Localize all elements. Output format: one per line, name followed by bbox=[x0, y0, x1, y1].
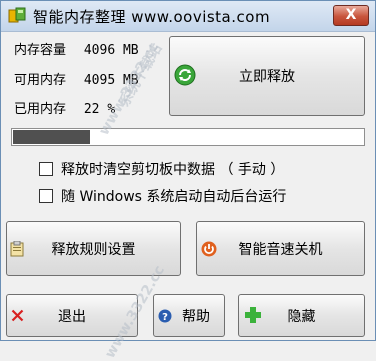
used-value: 22 % bbox=[83, 102, 116, 117]
release-now-label: 立即释放 bbox=[239, 69, 295, 85]
memory-capacity-row: 内存容量 4096 MB bbox=[14, 39, 139, 58]
autostart-option[interactable]: 随 Windows 系统启动自动后台运行 bbox=[39, 186, 286, 206]
exit-label: 退出 bbox=[58, 308, 86, 325]
progress-fill bbox=[13, 130, 91, 144]
memory-available-row: 可用内存 4095 MB bbox=[14, 69, 139, 88]
title-bar[interactable]: 智能内存整理 www.oovista.com X bbox=[1, 1, 375, 32]
app-window: 智能内存整理 www.oovista.com X 内存容量 4096 MB 可用… bbox=[0, 0, 376, 361]
available-value: 4095 MB bbox=[83, 73, 139, 88]
help-label: 帮助 bbox=[182, 308, 210, 325]
available-label: 可用内存 bbox=[14, 73, 67, 88]
release-now-button[interactable]: 立即释放 bbox=[169, 36, 365, 116]
help-button[interactable]: ? 帮助 bbox=[153, 294, 225, 337]
autostart-label: 随 Windows 系统启动自动后台运行 bbox=[61, 189, 287, 205]
exit-button[interactable]: 退出 bbox=[6, 294, 138, 337]
hide-label: 隐藏 bbox=[287, 308, 316, 325]
release-rules-button[interactable]: 释放规则设置 bbox=[6, 221, 181, 276]
clear-clipboard-checkbox[interactable] bbox=[39, 162, 53, 176]
autostart-checkbox[interactable] bbox=[39, 189, 53, 203]
capacity-value: 4096 MB bbox=[83, 43, 139, 58]
window-title: 智能内存整理 www.oovista.com bbox=[33, 8, 271, 26]
clear-clipboard-label: 释放时清空剪切板中数据 （ 手动 ） bbox=[61, 162, 285, 178]
memory-used-row: 已用内存 22 % bbox=[14, 98, 115, 117]
used-label: 已用内存 bbox=[14, 102, 67, 117]
capacity-label: 内存容量 bbox=[14, 43, 67, 58]
smart-shutdown-label: 智能音速关机 bbox=[238, 241, 323, 258]
clear-clipboard-option[interactable]: 释放时清空剪切板中数据 （ 手动 ） bbox=[39, 159, 284, 179]
hide-button[interactable]: 隐藏 bbox=[238, 294, 365, 337]
close-button[interactable]: X bbox=[333, 5, 369, 26]
release-rules-label: 释放规则设置 bbox=[51, 241, 136, 258]
smart-shutdown-button[interactable]: 智能音速关机 bbox=[196, 221, 365, 276]
memory-chip-icon bbox=[8, 7, 26, 23]
memory-usage-progress bbox=[11, 128, 365, 146]
